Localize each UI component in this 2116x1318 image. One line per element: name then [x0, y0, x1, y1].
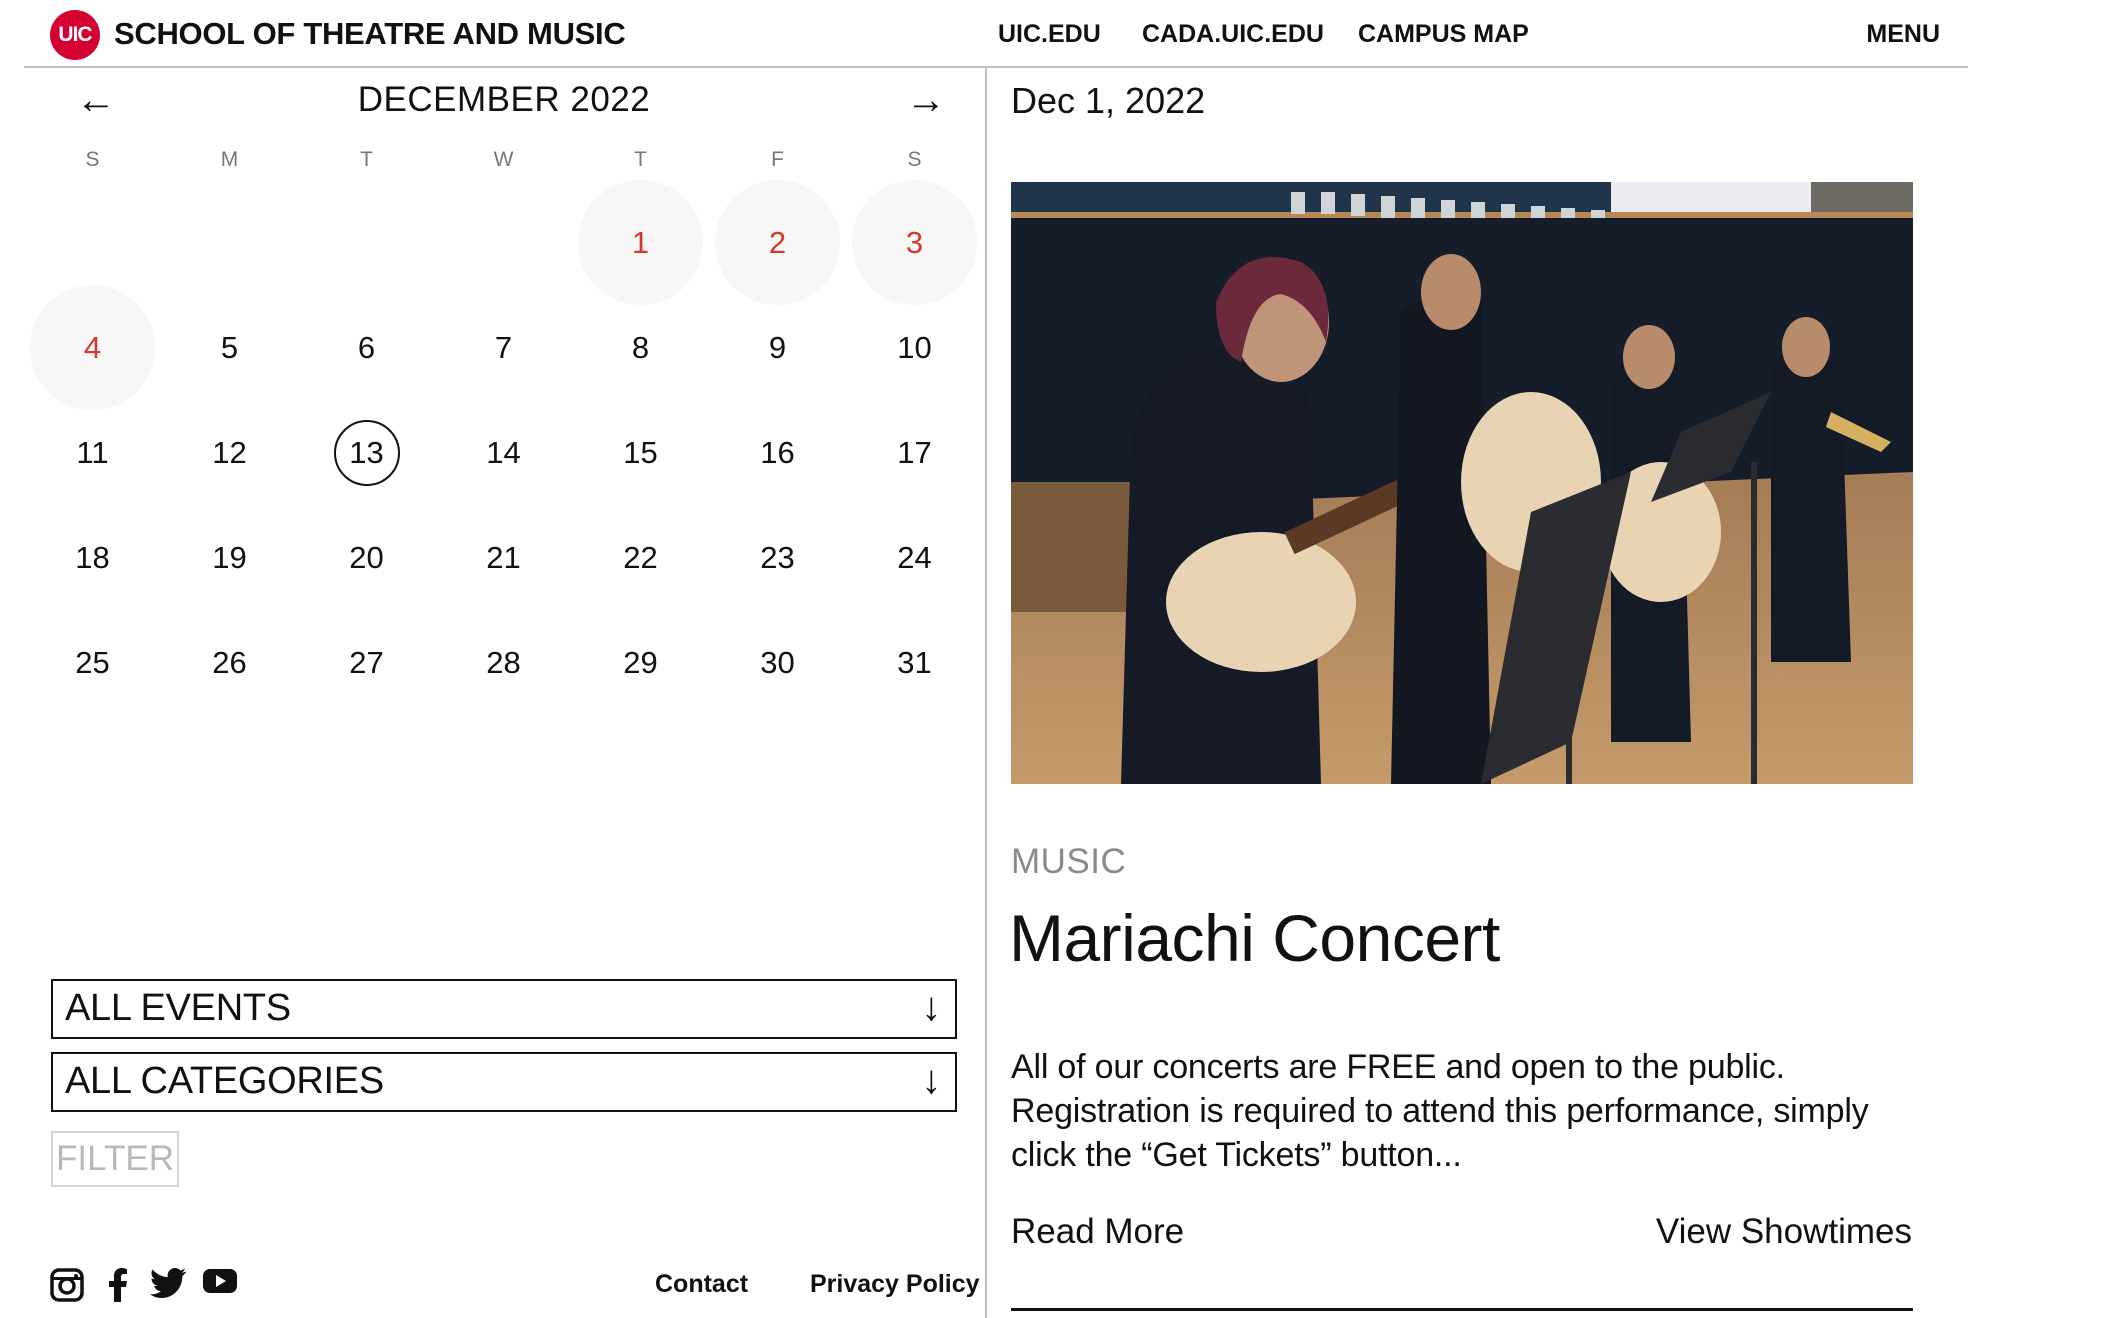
calendar-day-9[interactable]: 9: [709, 295, 846, 400]
weekday-label: S: [85, 148, 100, 171]
nav-cada-uic-edu[interactable]: CADA.UIC.EDU: [1142, 20, 1324, 49]
month-label: DECEMBER 2022: [357, 80, 651, 119]
events-select-value: ALL EVENTS: [65, 987, 291, 1029]
calendar-day-number: 26: [212, 644, 247, 680]
weekday-header: SMTWTFS: [24, 148, 984, 172]
calendar-day-19[interactable]: 19: [161, 505, 298, 610]
calendar-header: ← DECEMBER 2022 →: [24, 68, 984, 138]
event-description: All of our concerts are FREE and open to…: [1011, 1048, 1869, 1174]
calendar-day-4[interactable]: 4: [24, 285, 161, 410]
site-title[interactable]: SCHOOL OF THEATRE AND MUSIC: [114, 16, 626, 52]
chevron-down-icon: ↓: [921, 985, 941, 1029]
read-more-link[interactable]: Read More: [1011, 1212, 1184, 1252]
categories-select-value: ALL CATEGORIES: [65, 1060, 384, 1102]
filter-button[interactable]: FILTER: [51, 1131, 179, 1187]
site-header: UIC SCHOOL OF THEATRE AND MUSIC UIC.EDU …: [24, 0, 1968, 68]
privacy-policy-link[interactable]: Privacy Policy: [810, 1270, 980, 1299]
calendar-day-number: 6: [357, 329, 376, 365]
calendar-day-26[interactable]: 26: [161, 610, 298, 715]
calendar-day-18[interactable]: 18: [24, 505, 161, 610]
calendar-day-22[interactable]: 22: [572, 505, 709, 610]
calendar-day-10[interactable]: 10: [846, 295, 983, 400]
chevron-down-icon: ↓: [921, 1058, 941, 1102]
calendar-grid: 1 2 3 4 5 6 7 8 9 10 11 12 13 14 15 16 17 18 19 20 21 22 23 24 2…: [24, 180, 984, 715]
weekday-label: S: [907, 148, 922, 171]
calendar-day-30[interactable]: 30: [709, 610, 846, 715]
calendar-day-number: 25: [75, 644, 110, 680]
calendar-blank-cell: [24, 190, 161, 295]
calendar-day-number: 27: [349, 644, 384, 680]
calendar-day-12[interactable]: 12: [161, 400, 298, 505]
facebook-icon[interactable]: [108, 1268, 128, 1302]
calendar-day-28[interactable]: 28: [435, 610, 572, 715]
event-title[interactable]: Mariachi Concert: [1009, 900, 1500, 976]
calendar-day-2[interactable]: 2: [709, 180, 846, 305]
weekday-label: T: [634, 148, 647, 171]
calendar-day-7[interactable]: 7: [435, 295, 572, 400]
calendar-day-number: 31: [897, 644, 932, 680]
instagram-icon[interactable]: [50, 1268, 84, 1302]
calendar-day-16[interactable]: 16: [709, 400, 846, 505]
calendar-day-number: 28: [486, 644, 521, 680]
event-category: MUSIC: [1011, 842, 1127, 881]
contact-link[interactable]: Contact: [655, 1270, 748, 1299]
uic-logo[interactable]: UIC: [50, 10, 100, 60]
menu-button[interactable]: MENU: [1866, 20, 1940, 49]
calendar-day-31[interactable]: 31: [846, 610, 983, 715]
bottom-rule: [1011, 1308, 1913, 1311]
calendar-day-27[interactable]: 27: [298, 610, 435, 715]
calendar-day-23[interactable]: 23: [709, 505, 846, 610]
calendar-day-20[interactable]: 20: [298, 505, 435, 610]
calendar-day-29[interactable]: 29: [572, 610, 709, 715]
calendar-blank-cell: [298, 190, 435, 295]
twitter-icon[interactable]: [150, 1268, 186, 1298]
calendar-day-8[interactable]: 8: [572, 295, 709, 400]
calendar-blank-cell: [161, 190, 298, 295]
calendar-day-17[interactable]: 17: [846, 400, 983, 505]
calendar-day-11[interactable]: 11: [24, 400, 161, 505]
weekday-label: T: [360, 148, 373, 171]
events-select[interactable]: ALL EVENTS ↓: [51, 979, 957, 1039]
event-date: Dec 1, 2022: [1011, 80, 1206, 121]
nav-uic-edu[interactable]: UIC.EDU: [998, 20, 1101, 49]
youtube-icon[interactable]: [203, 1268, 237, 1294]
calendar-day-6[interactable]: 6: [298, 295, 435, 400]
calendar-day-21[interactable]: 21: [435, 505, 572, 610]
calendar-day-1[interactable]: 1: [572, 180, 709, 305]
calendar-day-number: 29: [623, 644, 658, 680]
event-photo[interactable]: [1011, 182, 1913, 784]
column-divider: [985, 68, 987, 1318]
nav-campus-map[interactable]: CAMPUS MAP: [1358, 20, 1529, 49]
weekday-label: M: [220, 148, 239, 171]
weekday-label: F: [771, 148, 784, 171]
calendar-day-13[interactable]: 13: [298, 400, 435, 505]
categories-select[interactable]: ALL CATEGORIES ↓: [51, 1052, 957, 1112]
next-month-arrow-icon[interactable]: →: [906, 80, 946, 120]
calendar-day-5[interactable]: 5: [161, 295, 298, 400]
calendar-day-number: 30: [760, 644, 795, 680]
calendar-day-25[interactable]: 25: [24, 610, 161, 715]
calendar-day-3[interactable]: 3: [846, 180, 983, 305]
calendar-day-number: 13: [333, 419, 400, 486]
view-showtimes-link[interactable]: View Showtimes: [1656, 1212, 1912, 1252]
weekday-label: W: [493, 148, 514, 171]
calendar-day-15[interactable]: 15: [572, 400, 709, 505]
calendar-blank-cell: [435, 190, 572, 295]
calendar-day-14[interactable]: 14: [435, 400, 572, 505]
calendar-day-24[interactable]: 24: [846, 505, 983, 610]
